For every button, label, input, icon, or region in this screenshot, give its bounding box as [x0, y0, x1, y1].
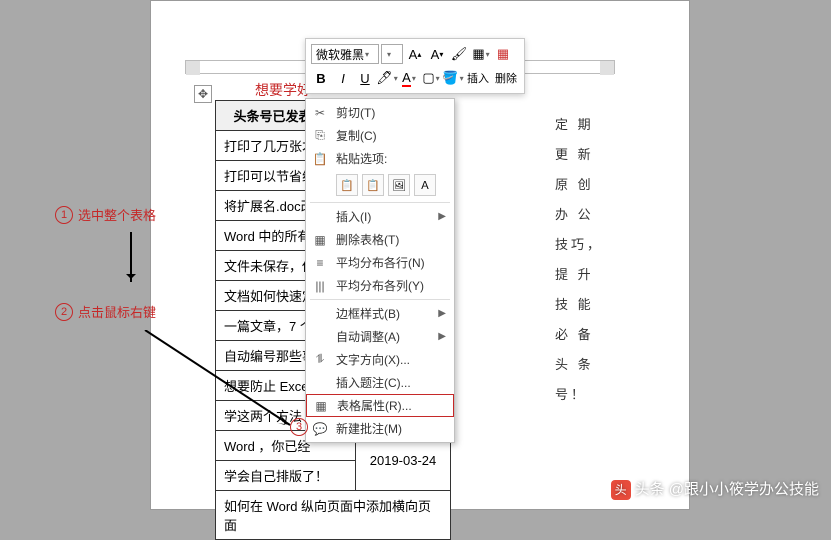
- side-note: 技 能: [555, 295, 594, 316]
- side-note: 办 公: [555, 205, 594, 226]
- paste-keep-formatting-button[interactable]: 📋: [336, 174, 358, 196]
- bold-button[interactable]: B: [311, 68, 331, 88]
- chevron-right-icon: ▶: [438, 331, 446, 342]
- table-props-icon: ▦: [313, 398, 329, 414]
- shrink-font-button[interactable]: A▾: [427, 44, 447, 64]
- side-note: 提 升: [555, 265, 594, 286]
- dist-cols-icon: |||: [312, 278, 328, 294]
- chevron-right-icon: ▶: [438, 211, 446, 222]
- table-select-handle[interactable]: ✥: [194, 85, 212, 103]
- paste-text-button[interactable]: Ａ: [414, 174, 436, 196]
- scissors-icon: ✂: [312, 105, 328, 121]
- font-name-select[interactable]: 微软雅黑▾: [311, 44, 379, 64]
- menu-new-comment[interactable]: 💬新建批注(M): [306, 417, 454, 440]
- copy-icon: ⎘: [312, 128, 328, 144]
- table-cell[interactable]: 学会自己排版了！: [216, 461, 356, 491]
- grow-font-button[interactable]: A▴: [405, 44, 425, 64]
- menu-text-direction[interactable]: ⥮文字方向(X)...: [306, 348, 454, 371]
- menu-border-style[interactable]: 边框样式(B)▶: [306, 302, 454, 325]
- annotation-step2: 2 点击鼠标右键: [55, 302, 156, 321]
- circle-2-icon: 2: [55, 303, 73, 321]
- menu-distribute-rows[interactable]: ≡平均分布各行(N): [306, 251, 454, 274]
- format-painter-button[interactable]: 🖌: [449, 44, 469, 64]
- annotation-text: 选中整个表格: [78, 205, 156, 224]
- fill-button[interactable]: 🪣▾: [443, 68, 463, 88]
- font-size-select[interactable]: ▾: [381, 44, 403, 64]
- text-dir-icon: ⥮: [312, 352, 328, 368]
- underline-button[interactable]: U: [355, 68, 375, 88]
- circle-3-icon: 3: [290, 418, 308, 436]
- menu-autofit[interactable]: 自动调整(A)▶: [306, 325, 454, 348]
- menu-table-properties[interactable]: ▦表格属性(R)...: [306, 394, 454, 417]
- menu-separator: [310, 299, 450, 300]
- table-cell[interactable]: 如何在 Word 纵向页面中添加横向页面: [216, 491, 451, 540]
- side-note: 号！: [555, 385, 587, 406]
- font-color-button[interactable]: A▾: [399, 68, 419, 88]
- context-menu[interactable]: ✂剪切(T) ⎘复制(C) 📋粘贴选项: 📋 📋 🖼 Ａ 插入(I)▶ ▦删除表…: [305, 98, 455, 443]
- delete-table-icon: ▦: [312, 232, 328, 248]
- watermark: 头头条 @跟小小筱学办公技能: [611, 478, 819, 500]
- insert-label: 插入: [467, 70, 489, 86]
- side-note: 更 新: [555, 145, 594, 166]
- menu-copy[interactable]: ⎘复制(C): [306, 124, 454, 147]
- menu-paste-options: 📋粘贴选项:: [306, 147, 454, 170]
- comment-icon: 💬: [312, 421, 328, 437]
- side-note: 必 备: [555, 325, 594, 346]
- insert-grid-button[interactable]: ▦▾: [471, 44, 491, 64]
- paste-icon: 📋: [312, 151, 328, 167]
- mini-toolbar[interactable]: 微软雅黑▾ ▾ A▴ A▾ 🖌 ▦▾ ▦ B I U 🖊▾ A▾ ▢▾ 🪣▾ 插…: [305, 38, 525, 94]
- dist-rows-icon: ≡: [312, 255, 328, 271]
- side-note: 技巧，: [555, 235, 603, 256]
- menu-separator: [310, 202, 450, 203]
- partial-title-text: 想要学好: [255, 80, 311, 100]
- menu-insert[interactable]: 插入(I)▶: [306, 205, 454, 228]
- arrow-down-icon: [130, 232, 132, 282]
- paste-merge-button[interactable]: 📋: [362, 174, 384, 196]
- italic-button[interactable]: I: [333, 68, 353, 88]
- menu-delete-table[interactable]: ▦删除表格(T): [306, 228, 454, 251]
- delete-grid-button[interactable]: ▦: [493, 44, 513, 64]
- side-note: 头 条: [555, 355, 594, 376]
- menu-insert-caption[interactable]: 插入题注(C)...: [306, 371, 454, 394]
- highlight-button[interactable]: 🖊▾: [377, 68, 397, 88]
- paste-options-row: 📋 📋 🖼 Ａ: [306, 170, 454, 200]
- paste-picture-button[interactable]: 🖼: [388, 174, 410, 196]
- watermark-icon: 头: [611, 480, 631, 500]
- circle-1-icon: 1: [55, 206, 73, 224]
- annotation-text: 点击鼠标右键: [78, 302, 156, 321]
- menu-cut[interactable]: ✂剪切(T): [306, 101, 454, 124]
- border-button[interactable]: ▢▾: [421, 68, 441, 88]
- chevron-right-icon: ▶: [438, 308, 446, 319]
- annotation-step1: 1 选中整个表格: [55, 205, 156, 224]
- menu-distribute-cols[interactable]: |||平均分布各列(Y): [306, 274, 454, 297]
- side-note: 定 期: [555, 115, 594, 136]
- delete-label: 删除: [495, 70, 517, 86]
- side-note: 原 创: [555, 175, 594, 196]
